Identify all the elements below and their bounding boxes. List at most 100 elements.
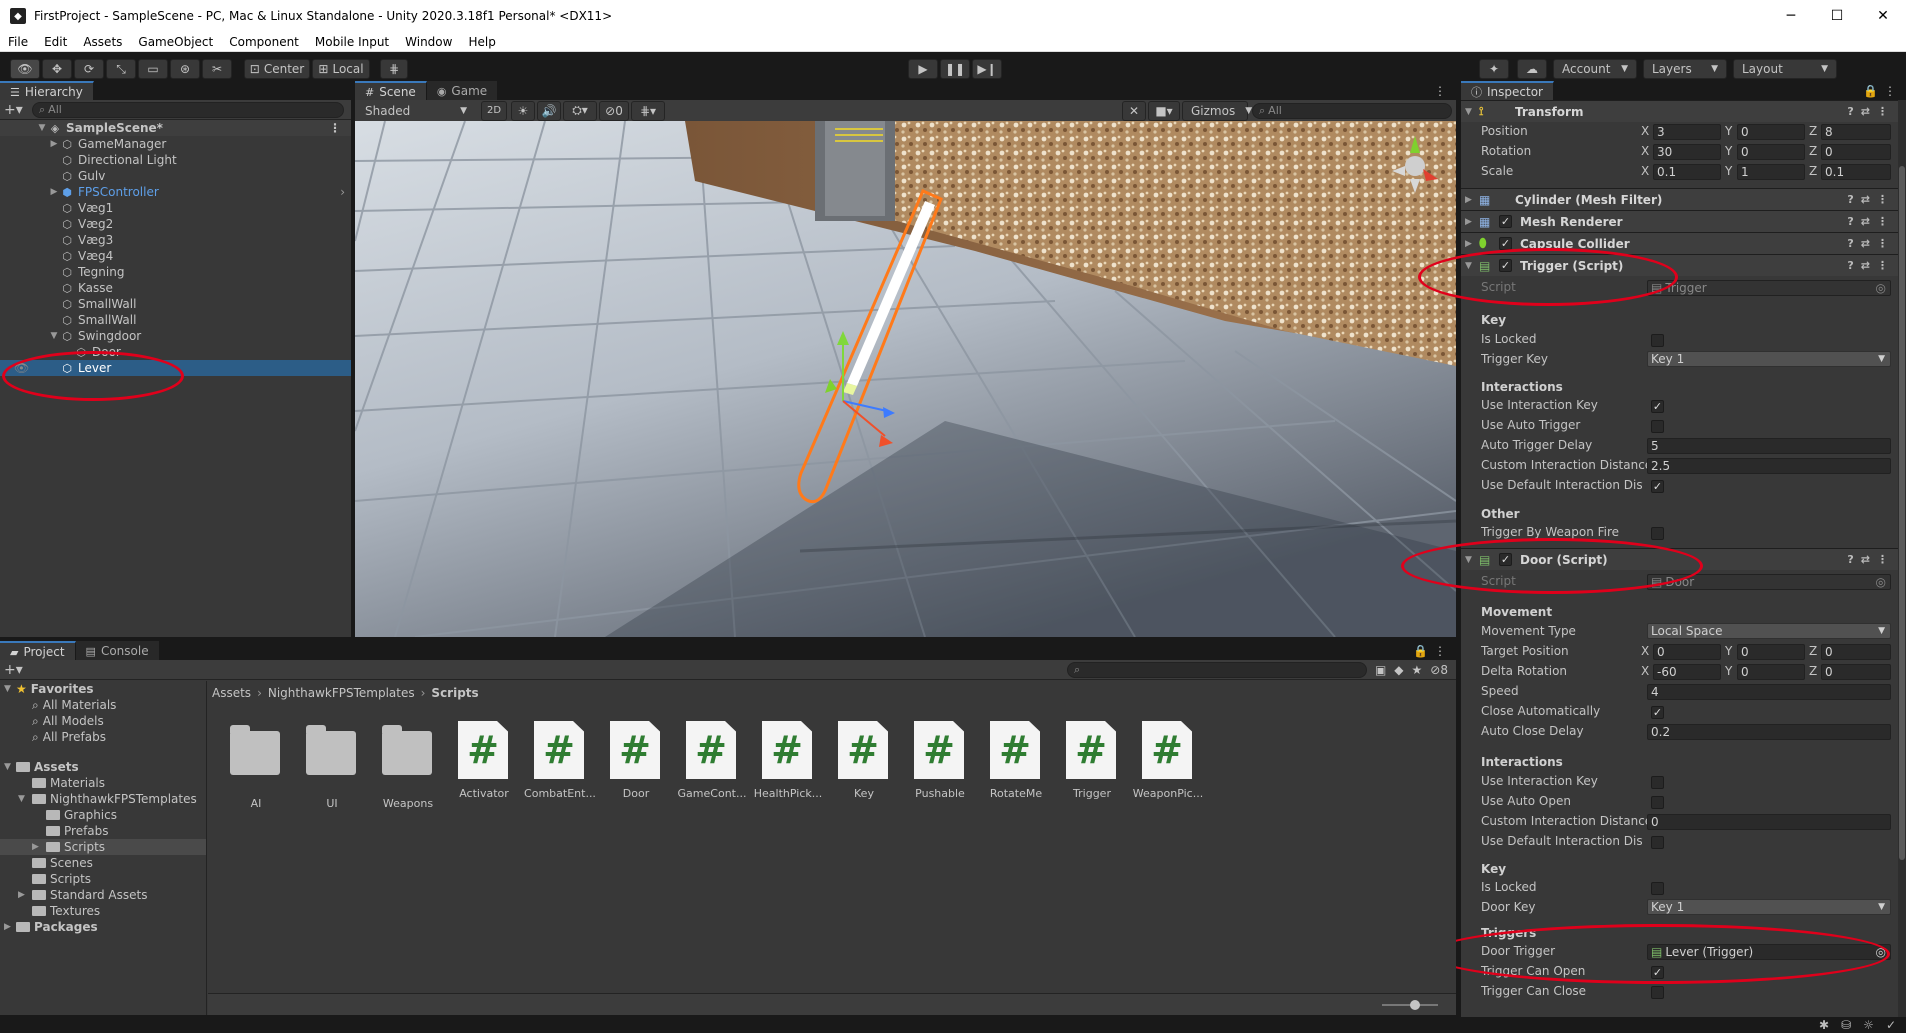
asset-folder[interactable]: ▶ Standard Assets bbox=[0, 887, 206, 903]
hierarchy-item[interactable]: ⬡ Door bbox=[0, 344, 351, 360]
filter-type-icon[interactable]: ▣ bbox=[1375, 663, 1386, 677]
help-icon[interactable]: ? bbox=[1847, 237, 1853, 250]
asset-script-item[interactable]: # HealthPick... bbox=[750, 721, 826, 800]
visibility-eye-icon[interactable]: 👁 bbox=[14, 361, 29, 375]
shading-mode-dropdown[interactable]: Shaded ▼ bbox=[357, 100, 475, 121]
grid-snap-icon[interactable]: ⋕ bbox=[380, 59, 408, 79]
tab-hierarchy[interactable]: ☰ Hierarchy bbox=[0, 81, 94, 101]
door-is-locked-checkbox[interactable] bbox=[1651, 882, 1664, 895]
breadcrumb-item[interactable]: Assets bbox=[212, 686, 251, 700]
hierarchy-item-prefab[interactable]: ▶ ⬢ FPSController › bbox=[0, 184, 351, 200]
target-position-z-field[interactable]: 0 bbox=[1821, 644, 1891, 660]
kebab-menu-icon[interactable]: ⋮ bbox=[1877, 237, 1888, 250]
target-position-x-field[interactable]: 0 bbox=[1653, 644, 1721, 660]
scene-viewport[interactable] bbox=[355, 121, 1456, 637]
hierarchy-item[interactable]: ⬡ Tegning bbox=[0, 264, 351, 280]
preset-icon[interactable]: ⇄ bbox=[1861, 105, 1870, 118]
fold-closed-icon[interactable]: ▶ bbox=[1465, 239, 1479, 249]
view-tool-icon[interactable]: 👁 bbox=[10, 59, 40, 79]
zoom-slider-handle[interactable] bbox=[1410, 1000, 1420, 1010]
breadcrumb-item-current[interactable]: Scripts bbox=[431, 686, 478, 700]
fold-open-icon[interactable]: ▼ bbox=[48, 331, 60, 341]
asset-script-item[interactable]: # Activator bbox=[446, 721, 522, 800]
custom-tool-icon[interactable]: ✂ bbox=[202, 59, 232, 79]
menu-component[interactable]: Component bbox=[221, 35, 307, 49]
hierarchy-item[interactable]: ⬡ Væg4 bbox=[0, 248, 351, 264]
fold-closed-icon[interactable]: ▶ bbox=[18, 890, 32, 900]
asset-folder[interactable]: Prefabs bbox=[0, 823, 206, 839]
help-icon[interactable]: ? bbox=[1847, 105, 1853, 118]
fold-open-icon[interactable]: ▼ bbox=[4, 762, 16, 772]
lock-icon[interactable]: 🔒 bbox=[1863, 84, 1878, 98]
play-button[interactable]: ▶ bbox=[908, 59, 938, 79]
scale-y-field[interactable]: 1 bbox=[1737, 164, 1805, 180]
asset-script-item[interactable]: # Trigger bbox=[1054, 721, 1130, 800]
move-tool-icon[interactable]: ✥ bbox=[42, 59, 72, 79]
asset-folder[interactable]: Scenes bbox=[0, 855, 206, 871]
scale-x-field[interactable]: 0.1 bbox=[1653, 164, 1721, 180]
door-custom-distance-field[interactable]: 0 bbox=[1647, 814, 1891, 830]
use-auto-trigger-checkbox[interactable] bbox=[1651, 420, 1664, 433]
project-search-input[interactable]: ⌕ bbox=[1066, 661, 1367, 678]
minimize-icon[interactable]: ─ bbox=[1768, 0, 1814, 32]
use-auto-open-checkbox[interactable] bbox=[1651, 796, 1664, 809]
scrollbar-thumb[interactable] bbox=[1899, 166, 1905, 860]
hierarchy-item[interactable]: ⬡ SmallWall bbox=[0, 296, 351, 312]
hierarchy-item[interactable]: ⬡ Gulv bbox=[0, 168, 351, 184]
favorites-root[interactable]: ▼ ★ Favorites bbox=[0, 681, 206, 697]
tools-icon[interactable]: ✕ bbox=[1122, 100, 1146, 121]
fold-open-icon[interactable]: ▼ bbox=[1465, 107, 1479, 117]
trigger-use-default-distance-checkbox[interactable]: ✓ bbox=[1651, 480, 1664, 493]
target-circle-icon[interactable]: ◎ bbox=[1876, 281, 1886, 295]
fold-closed-icon[interactable]: ▶ bbox=[1465, 217, 1479, 227]
favorites-item[interactable]: ⌕ All Models bbox=[0, 713, 206, 729]
hierarchy-item[interactable]: ⬡ SmallWall bbox=[0, 312, 351, 328]
delta-rotation-z-field[interactable]: 0 bbox=[1821, 664, 1891, 680]
breadcrumb-item[interactable]: NighthawkFPSTemplates bbox=[268, 686, 415, 700]
target-circle-icon[interactable]: ◎ bbox=[1876, 945, 1886, 959]
collab-icon[interactable]: ✦ bbox=[1479, 59, 1509, 79]
help-icon[interactable]: ? bbox=[1847, 259, 1853, 272]
help-icon[interactable]: ? bbox=[1847, 215, 1853, 228]
hidden-packages-icon[interactable]: ⊘ bbox=[1430, 663, 1440, 677]
kebab-menu-icon[interactable]: ⋮ bbox=[329, 121, 341, 135]
asset-folder-item[interactable]: UI bbox=[294, 721, 370, 810]
enabled-checkbox[interactable]: ✓ bbox=[1499, 237, 1512, 250]
trigger-is-locked-checkbox[interactable] bbox=[1651, 334, 1664, 347]
fold-open-icon[interactable]: ▼ bbox=[36, 123, 48, 133]
rotate-tool-icon[interactable]: ⟳ bbox=[74, 59, 104, 79]
asset-script-item[interactable]: # WeaponPic... bbox=[1130, 721, 1206, 800]
asset-script-item[interactable]: # Pushable bbox=[902, 721, 978, 800]
hierarchy-item-selected[interactable]: 👁 ⬡ Lever bbox=[0, 360, 351, 376]
door-trigger-field[interactable]: ▤ Lever (Trigger) ◎ bbox=[1647, 944, 1891, 960]
menu-window[interactable]: Window bbox=[397, 35, 460, 49]
cache-server-icon[interactable]: ⛁ bbox=[1841, 1018, 1851, 1032]
speed-field[interactable]: 4 bbox=[1647, 684, 1891, 700]
tab-console[interactable]: ▤ Console bbox=[75, 641, 160, 661]
asset-folder[interactable]: Textures bbox=[0, 903, 206, 919]
close-automatically-checkbox[interactable]: ✓ bbox=[1651, 706, 1664, 719]
tab-scene[interactable]: # Scene bbox=[355, 81, 427, 101]
hierarchy-item[interactable]: ⬡ Kasse bbox=[0, 280, 351, 296]
favorites-item[interactable]: ⌕ All Materials bbox=[0, 697, 206, 713]
space-local-button[interactable]: ⊞ Local bbox=[312, 59, 370, 79]
packages-root[interactable]: ▶ Packages bbox=[0, 919, 206, 935]
tab-game[interactable]: ◉ Game bbox=[426, 81, 499, 101]
transform-tool-icon[interactable]: ⊛ bbox=[170, 59, 200, 79]
close-icon[interactable]: ✕ bbox=[1860, 0, 1906, 32]
door-key-dropdown[interactable]: Key 1 ▼ bbox=[1647, 899, 1891, 915]
preset-icon[interactable]: ⇄ bbox=[1861, 193, 1870, 206]
hierarchy-item[interactable]: ⬡ Directional Light bbox=[0, 152, 351, 168]
menu-help[interactable]: Help bbox=[460, 35, 503, 49]
preset-icon[interactable]: ⇄ bbox=[1861, 237, 1870, 250]
scene-root[interactable]: ▼ ◈ SampleScene* ⋮ bbox=[0, 120, 351, 136]
target-position-y-field[interactable]: 0 bbox=[1737, 644, 1805, 660]
fold-open-icon[interactable]: ▼ bbox=[4, 684, 16, 694]
hierarchy-item[interactable]: ⬡ Væg1 bbox=[0, 200, 351, 216]
hidden-objects-button[interactable]: ⊘ 0 bbox=[599, 100, 629, 121]
auto-close-delay-field[interactable]: 0.2 bbox=[1647, 724, 1891, 740]
scale-z-field[interactable]: 0.1 bbox=[1821, 164, 1891, 180]
rotation-x-field[interactable]: 30 bbox=[1653, 144, 1721, 160]
preset-icon[interactable]: ⇄ bbox=[1861, 553, 1870, 566]
capsule-collider-header[interactable]: ▶ ⬮ ✓ Capsule Collider ? ⇄ ⋮ bbox=[1461, 232, 1898, 254]
